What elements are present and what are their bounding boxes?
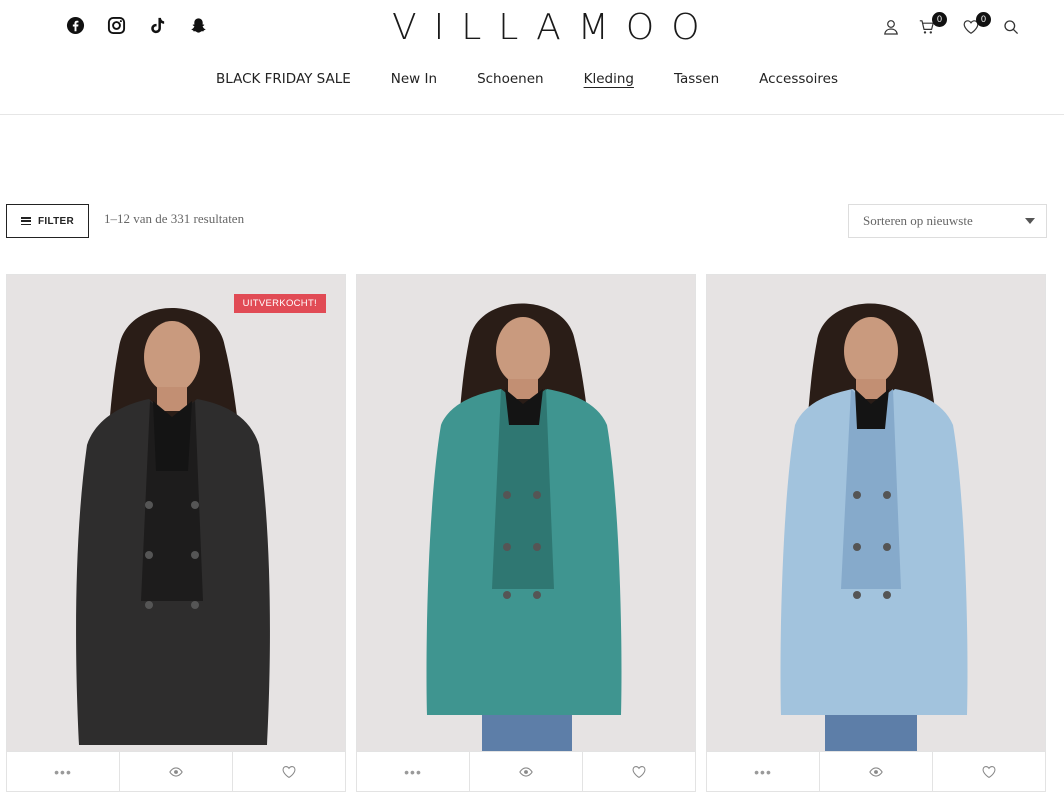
- cart-count-badge: 0: [932, 12, 947, 27]
- product-image[interactable]: UITVERKOCHT!: [7, 275, 345, 751]
- filter-label: FILTER: [37, 215, 75, 227]
- product-grid: UITVERKOCHT! ••• ••• •••: [6, 274, 1046, 792]
- heart-icon: [632, 765, 646, 778]
- model-photo: [7, 275, 345, 751]
- product-image[interactable]: [357, 275, 695, 751]
- nav-item-black-friday-sale[interactable]: BLACK FRIDAY SALE: [216, 70, 351, 88]
- product-card: •••: [356, 274, 696, 792]
- quick-view-button[interactable]: [470, 752, 583, 791]
- add-to-wishlist-button[interactable]: [233, 752, 345, 791]
- nav-item-accessoires[interactable]: Accessoires: [759, 70, 838, 88]
- results-count: 1–12 van de 331 resultaten: [104, 211, 245, 226]
- sort-select[interactable]: Sorteren op nieuwste: [848, 204, 1047, 238]
- sort-value: Sorteren op nieuwste: [863, 213, 973, 228]
- social-links: [66, 16, 208, 35]
- wishlist-count-badge: 0: [976, 12, 991, 27]
- product-card: UITVERKOCHT! •••: [6, 274, 346, 792]
- more-icon: •••: [404, 763, 422, 780]
- sold-out-badge: UITVERKOCHT!: [233, 294, 326, 313]
- facebook-icon[interactable]: [66, 16, 85, 35]
- snapchat-icon[interactable]: [189, 16, 208, 35]
- more-options-button[interactable]: •••: [357, 752, 470, 791]
- tiktok-icon[interactable]: [148, 16, 167, 35]
- add-to-wishlist-button[interactable]: [933, 752, 1045, 791]
- nav-item-new-in[interactable]: New In: [391, 70, 437, 88]
- search-icon[interactable]: [1002, 17, 1020, 37]
- product-actions: •••: [357, 751, 695, 791]
- product-image[interactable]: [707, 275, 1045, 751]
- product-actions: •••: [707, 751, 1045, 791]
- add-to-wishlist-button[interactable]: [583, 752, 695, 791]
- quick-view-button[interactable]: [820, 752, 933, 791]
- account-icon[interactable]: [882, 17, 900, 37]
- model-photo: [707, 275, 1045, 751]
- filter-icon: [20, 217, 31, 225]
- product-card: •••: [706, 274, 1046, 792]
- wishlist-icon[interactable]: 0: [962, 12, 991, 37]
- quick-view-button[interactable]: [120, 752, 233, 791]
- eye-icon: [869, 766, 883, 777]
- chevron-down-icon: [1025, 218, 1035, 224]
- site-header: VILLAMOO 0 0 BLACK FRIDAY SALE New In Sc…: [0, 0, 1064, 115]
- nav-item-tassen[interactable]: Tassen: [674, 70, 719, 88]
- site-logo[interactable]: VILLAMOO: [378, 6, 700, 50]
- filter-button[interactable]: FILTER: [6, 204, 89, 238]
- cart-icon[interactable]: 0: [918, 12, 947, 37]
- more-options-button[interactable]: •••: [707, 752, 820, 791]
- more-icon: •••: [54, 763, 72, 780]
- header-utilities: 0 0: [882, 12, 1020, 37]
- instagram-icon[interactable]: [107, 16, 126, 35]
- model-photo: [357, 275, 695, 751]
- main-nav: BLACK FRIDAY SALE New In Schoenen Kledin…: [0, 70, 1064, 88]
- nav-item-kleding[interactable]: Kleding: [584, 70, 634, 88]
- eye-icon: [519, 766, 533, 777]
- heart-icon: [982, 765, 996, 778]
- eye-icon: [169, 766, 183, 777]
- more-options-button[interactable]: •••: [7, 752, 120, 791]
- more-icon: •••: [754, 763, 772, 780]
- product-actions: •••: [7, 751, 345, 791]
- nav-item-schoenen[interactable]: Schoenen: [477, 70, 544, 88]
- heart-icon: [282, 765, 296, 778]
